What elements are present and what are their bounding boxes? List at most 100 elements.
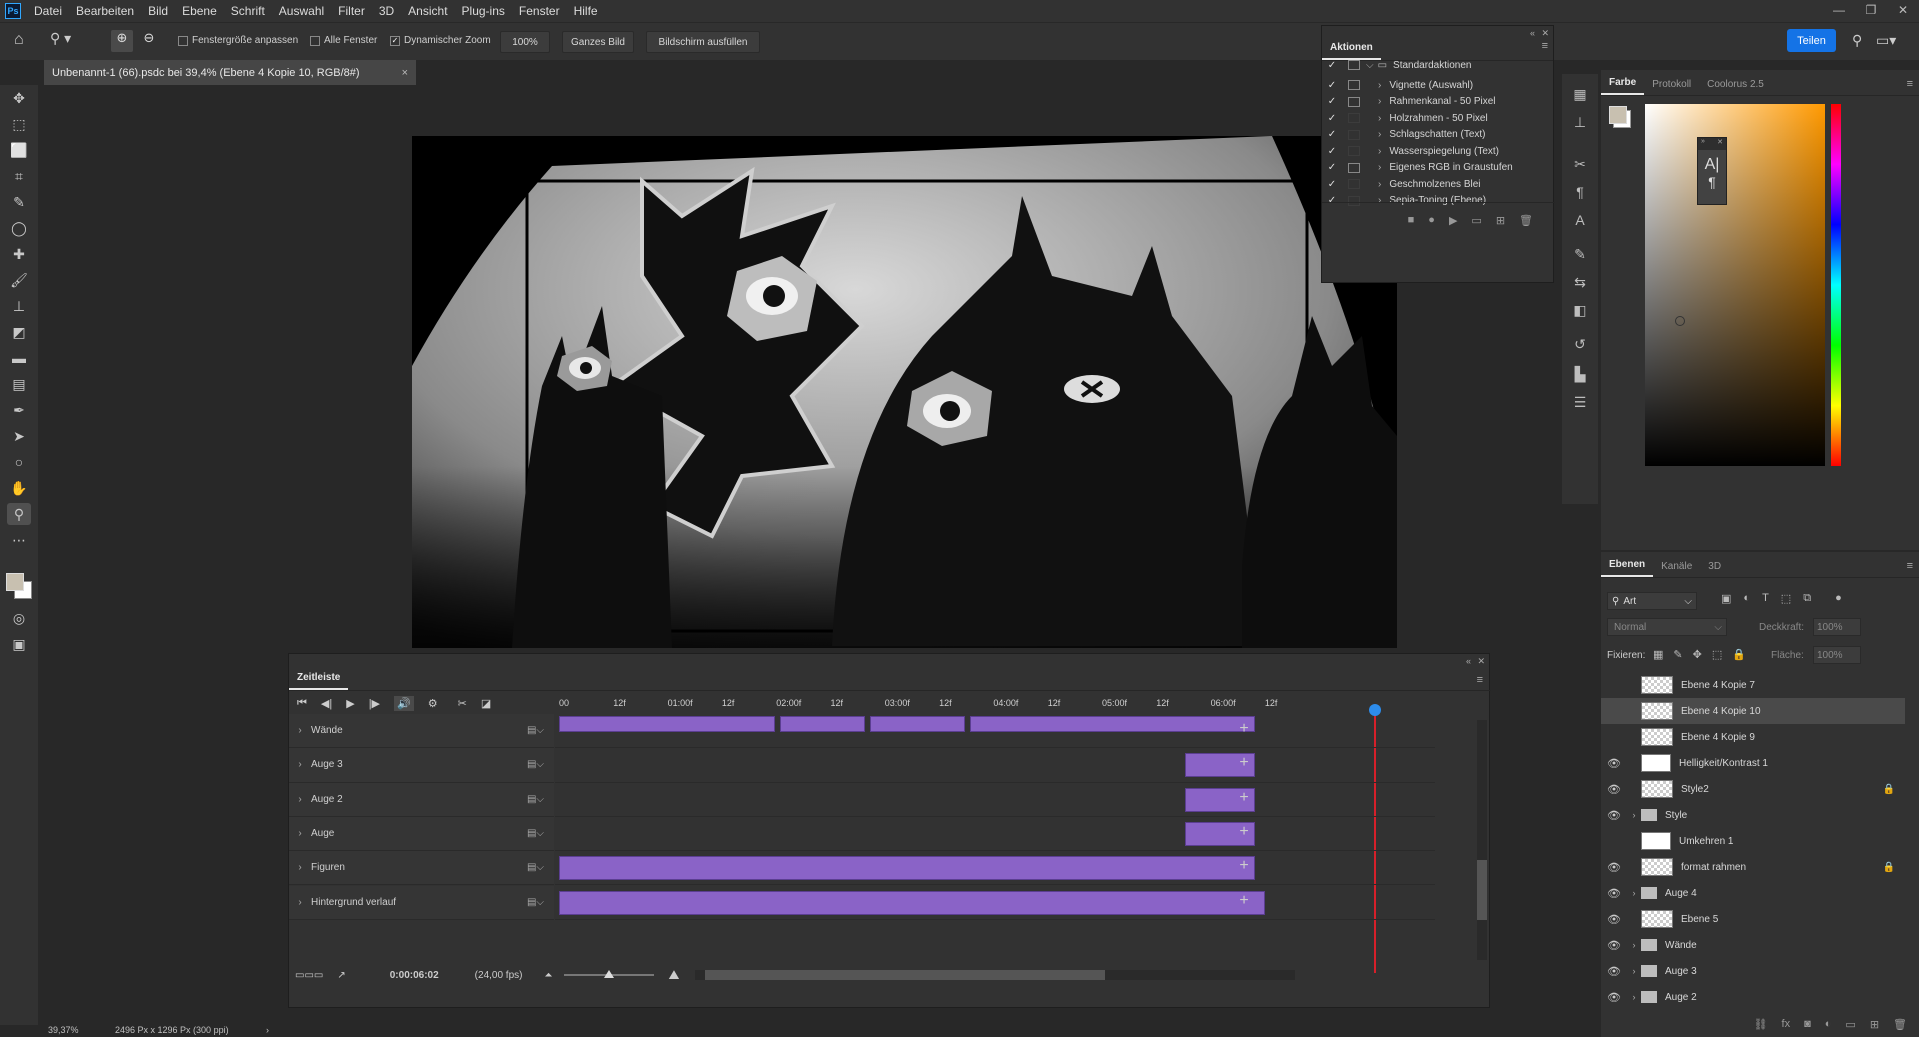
layer-name[interactable]: Auge 4 [1665,888,1697,899]
dialog-toggle-icon[interactable] [1348,113,1360,123]
tab-protokoll[interactable]: Protokoll [1644,79,1699,95]
search-icon[interactable]: ⚲ [1852,32,1862,49]
healing-brush-icon[interactable]: ✚ [7,243,31,265]
time-ruler[interactable]: 00 12f 01:00f 12f 02:00f 12f 03:00f 12f 04:00f 12… [555,690,1455,714]
add-media-icon[interactable]: + [1234,720,1254,738]
ellipse-tool-icon[interactable]: ○ [7,451,31,473]
action-set-row[interactable]: ✓ ⌵ ▭ Standardaktionen [1322,55,1542,75]
add-media-icon[interactable]: + [1234,754,1254,772]
check-icon[interactable]: ✓ [1322,129,1342,140]
stop-icon[interactable]: ■ [1408,214,1415,226]
ruler-tool-icon[interactable]: ▬ [7,347,31,369]
layer-name[interactable]: Style2 [1681,784,1709,795]
character-icon[interactable]: A| [1698,156,1726,174]
color-fg-swatch[interactable] [1609,106,1627,124]
all-windows-checkbox[interactable]: Alle Fenster [310,35,377,46]
settings-gear-icon[interactable]: ⚙ [428,697,438,710]
document-tab[interactable]: Unbenannt-1 (66).psdc bei 39,4% (Ebene 4… [44,60,416,85]
menu-schrift[interactable]: Schrift [224,4,272,18]
layer-filter-select[interactable]: ⚲ Art ⌵ [1607,592,1697,610]
chevron-right-icon[interactable]: › [1378,179,1381,190]
split-scissors-icon[interactable]: ✂ [458,697,467,710]
visibility-eye-icon[interactable]: 👁 [1601,939,1627,952]
track-lane[interactable] [555,714,1435,749]
layer-row[interactable]: 👁 format rahmen 🔒 [1601,854,1905,880]
check-icon[interactable]: ✓ [1322,60,1342,71]
new-group-icon[interactable]: ▭ [1845,1018,1855,1036]
zoom-in-timeline-icon[interactable]: ⛰ [668,967,679,983]
lock-artboard-icon[interactable]: ⬚ [1712,648,1722,661]
film-strip-icon[interactable]: ▤⌵ [527,862,544,873]
visibility-eye-icon[interactable]: 👁 [1601,809,1627,822]
film-strip-icon[interactable]: ▤⌵ [527,759,544,770]
chevron-right-icon[interactable]: › [1378,195,1381,206]
check-icon[interactable]: ✓ [1322,146,1342,157]
dynamic-zoom-checkbox[interactable]: ✓ Dynamischer Zoom [390,35,491,46]
artboard-tool-icon[interactable]: ⬚ [7,113,31,135]
hue-slider[interactable] [1831,104,1841,466]
layer-name[interactable]: Auge 3 [1665,966,1697,977]
add-mask-icon[interactable]: ◙ [1804,1018,1811,1036]
grid-icon[interactable]: ▦ [1570,84,1590,104]
tab-coolorus[interactable]: Coolorus 2.5 [1699,79,1772,95]
dialog-toggle-icon[interactable] [1348,162,1360,173]
properties-icon[interactable]: ☰ [1570,392,1590,412]
lock-all-icon[interactable]: 🔒 [1732,648,1746,661]
lock-position-icon[interactable]: ✥ [1693,648,1702,661]
zoom-tool-preset-icon[interactable]: ⚲ ▾ [50,30,80,52]
libraries-icon[interactable]: ▙ [1570,364,1590,384]
check-icon[interactable]: ✓ [1322,80,1342,91]
add-media-icon[interactable]: + [1234,857,1254,875]
film-strip-icon[interactable]: ▤⌵ [527,828,544,839]
home-icon[interactable]: ⌂ [14,31,34,51]
adjust-filter-icon[interactable]: ◐ [1743,592,1750,605]
minimize-icon[interactable]: — [1823,0,1855,22]
timeline-clip[interactable] [559,716,775,732]
status-arrow-icon[interactable]: › [266,1025,269,1035]
document-canvas[interactable] [412,136,1397,648]
chevron-right-icon[interactable]: › [1378,129,1381,140]
collapse-timeline-icon[interactable]: « [1466,656,1471,666]
layer-row[interactable]: 👁 Helligkeit/Kontrast 1 [1601,750,1905,776]
dialog-toggle-icon[interactable] [1348,146,1360,156]
zoom-slider-thumb[interactable] [604,970,615,978]
layer-row[interactable]: Umkehren 1 [1601,828,1905,854]
delete-layer-icon[interactable]: 🗑 [1893,1018,1907,1036]
adjustments-icon[interactable]: ⇆ [1570,272,1590,292]
pixel-filter-icon[interactable]: ▣ [1721,592,1731,605]
film-strip-icon[interactable]: ▤⌵ [527,725,544,736]
check-icon[interactable]: ✓ [1322,179,1342,190]
shape-filter-icon[interactable]: ⬚ [1781,592,1791,605]
layer-row[interactable]: 👁 › Auge 3 [1601,958,1905,984]
layer-row[interactable]: Ebene 4 Kopie 7 [1601,672,1905,698]
visibility-eye-icon[interactable]: 👁 [1601,965,1627,978]
new-action-icon[interactable]: ⊞ [1496,214,1505,227]
dialog-toggle-icon[interactable] [1348,96,1360,107]
zoom-value-input[interactable]: 100% [500,31,550,53]
filter-toggle-icon[interactable]: ● [1835,592,1842,605]
layer-row[interactable]: 👁 › Auge 2 [1601,984,1905,1010]
chevron-right-icon[interactable]: › [1627,966,1641,976]
restore-icon[interactable]: ❐ [1855,0,1887,22]
chevron-right-icon[interactable]: › [1627,992,1641,1002]
zoom-level[interactable]: 39,37% [48,1025,79,1035]
visibility-eye-icon[interactable]: 👁 [1601,783,1627,796]
audio-icon[interactable]: 🔊 [394,696,414,711]
chevron-down-icon[interactable]: ⌵ [1366,60,1374,71]
layer-row[interactable]: 👁 › Wände [1601,932,1905,958]
track-label[interactable]: › Auge 2 ▤⌵ [289,782,554,817]
track-lane[interactable] [555,851,1435,886]
layer-name[interactable]: Helligkeit/Kontrast 1 [1679,758,1768,769]
stamp-panel-icon[interactable]: ⊥ [1570,112,1590,132]
layer-row[interactable]: Ebene 4 Kopie 9 [1601,724,1905,750]
chevron-right-icon[interactable]: › [289,862,311,873]
chevron-right-icon[interactable]: › [289,759,311,770]
layer-row[interactable]: 👁 Style2 🔒 [1601,776,1905,802]
chevron-right-icon[interactable]: › [1378,113,1381,124]
zoom-out-icon[interactable]: ⊖ [138,30,160,52]
gradient-tool-icon[interactable]: ▤ [7,373,31,395]
path-select-icon[interactable]: ➤ [7,425,31,447]
prev-frame-icon[interactable]: ◀| [321,697,332,710]
foreground-color-swatch[interactable] [6,573,24,591]
lock-pixels-icon[interactable]: ▦ [1653,648,1663,661]
